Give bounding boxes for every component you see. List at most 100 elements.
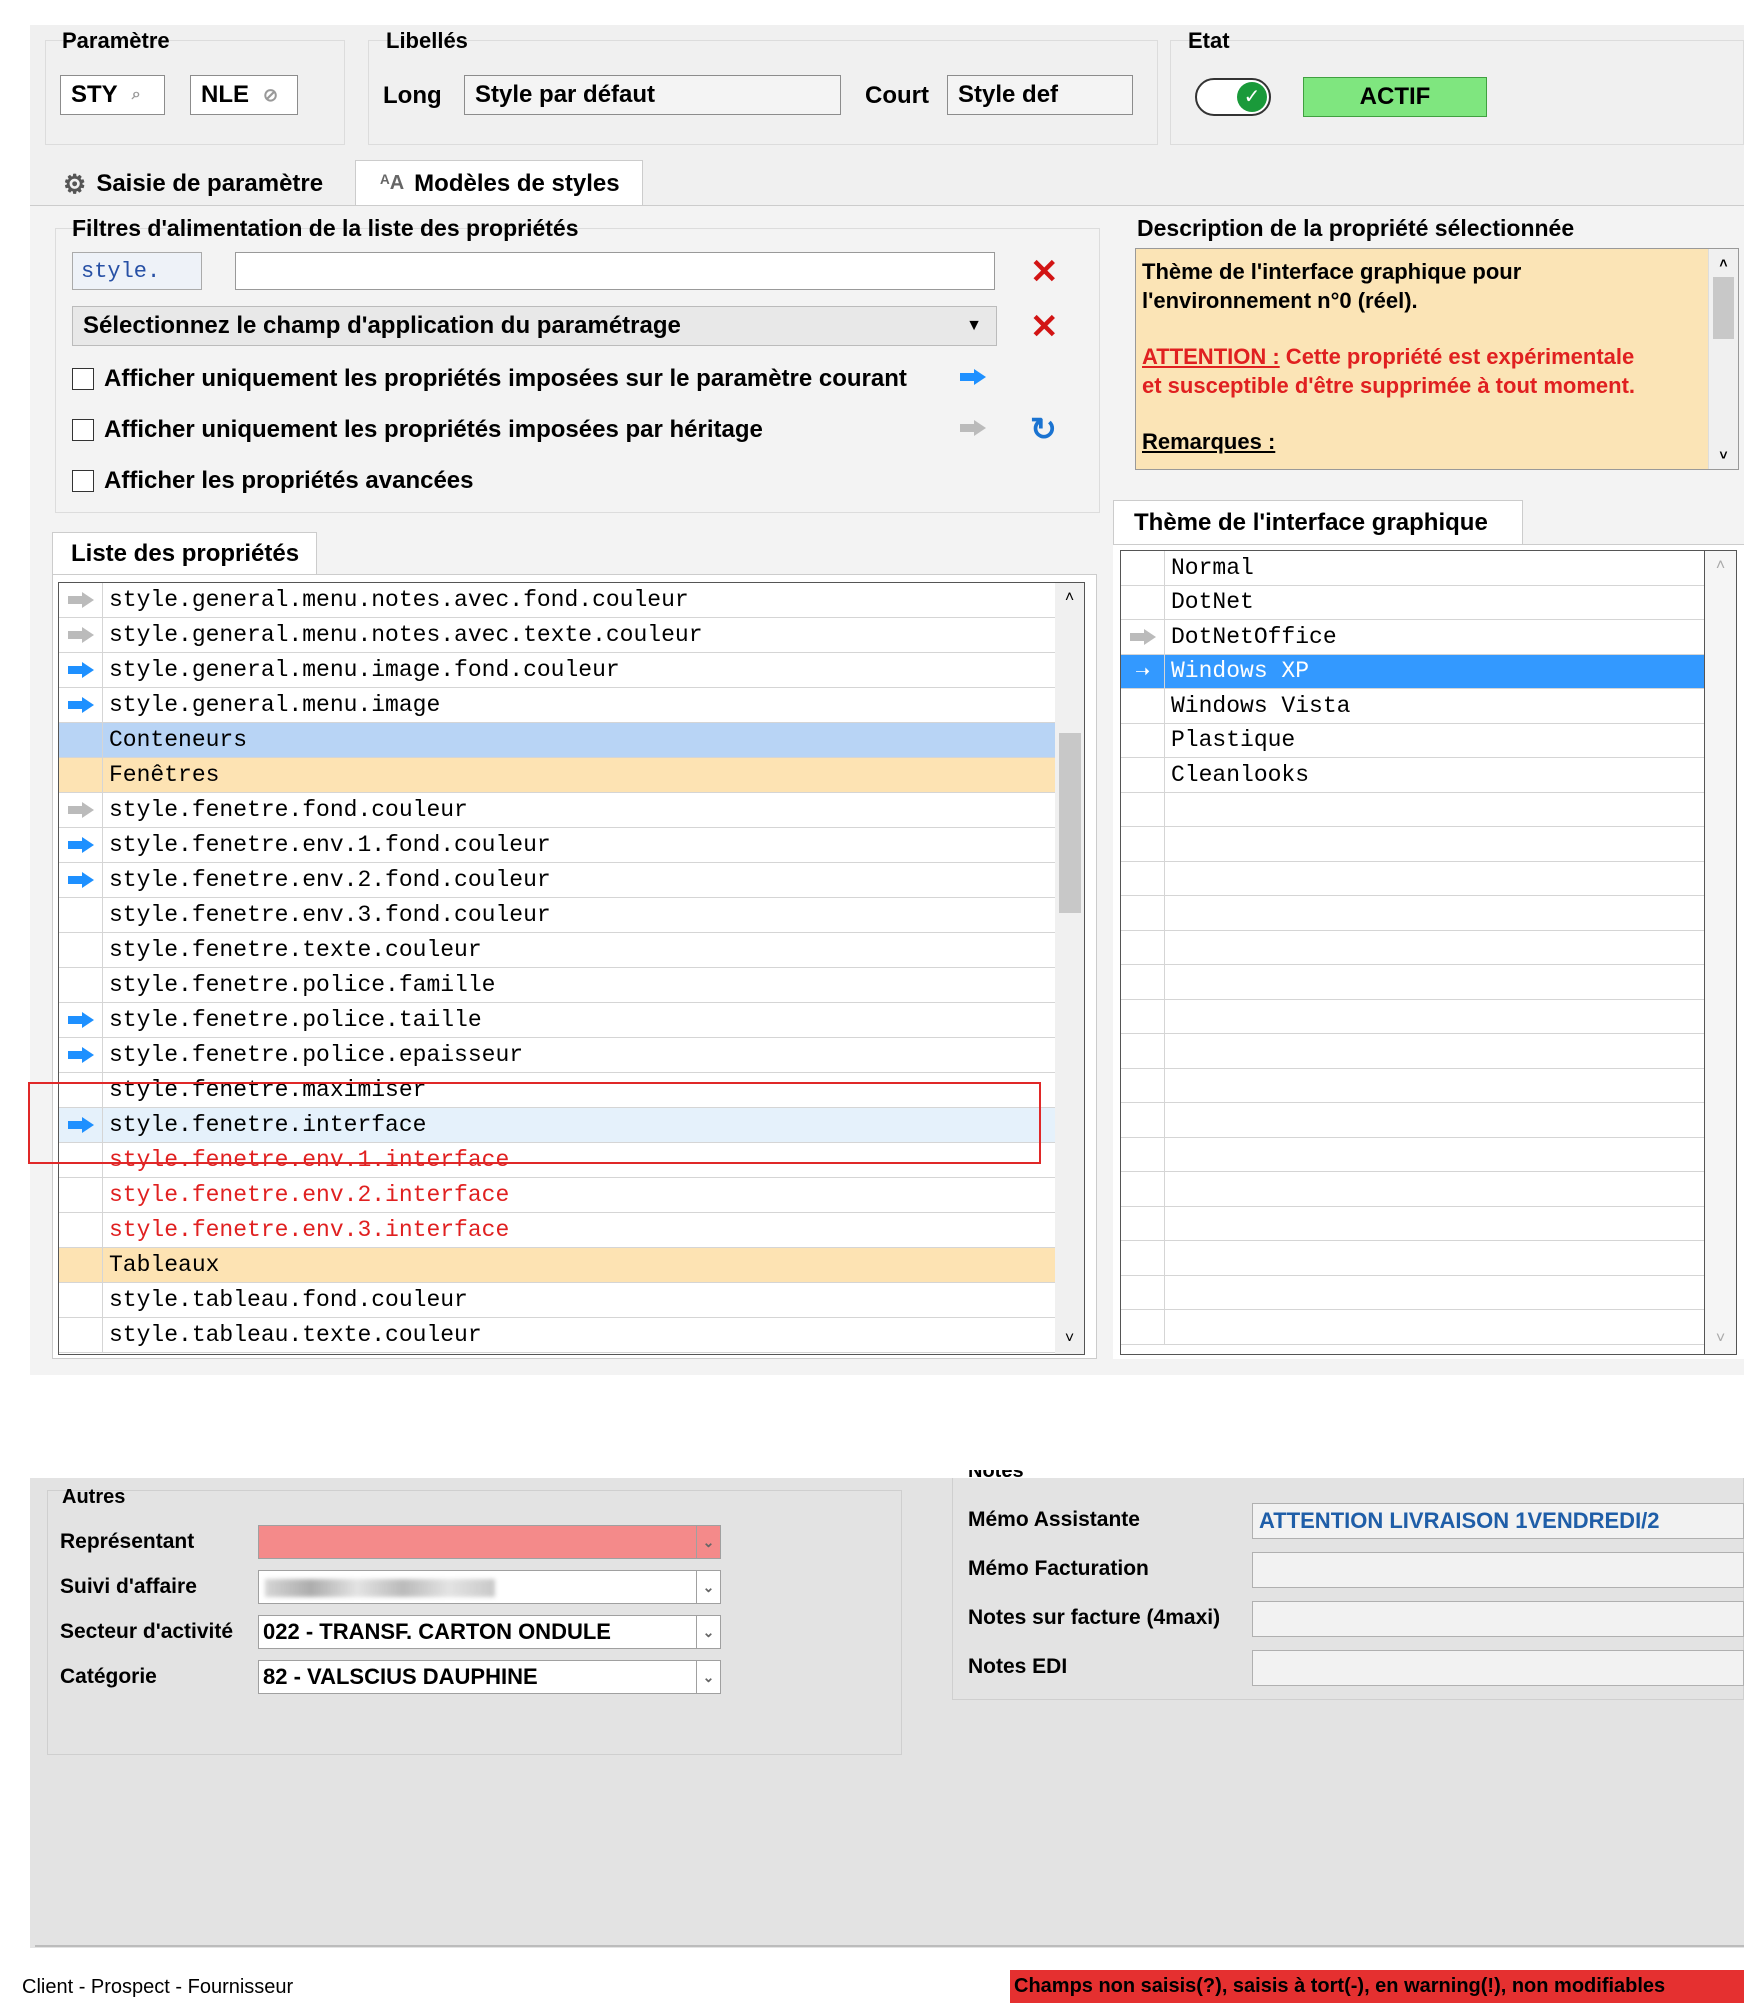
status-toggle[interactable]: ✓: [1195, 78, 1271, 116]
property-name: style.fenetre.texte.couleur: [109, 937, 482, 963]
filters-title: Filtres d'alimentation de la liste des p…: [72, 215, 579, 241]
notes-label: Mémo Assistante: [968, 1508, 1140, 1531]
theme-option-row[interactable]: Normal: [1121, 551, 1704, 586]
inherit-arrow-icon[interactable]: [960, 420, 986, 441]
clear-search-icon[interactable]: ✕: [1030, 255, 1059, 289]
scroll-down-icon[interactable]: ˅: [1055, 1324, 1084, 1354]
apply-arrow-icon[interactable]: [960, 369, 986, 390]
footer-legend: Champs non saisis(?), saisis à tort(-), …: [1010, 1970, 1744, 2003]
theme-scrollbar[interactable]: ˄ ˅: [1705, 550, 1737, 1355]
theme-option-row[interactable]: DotNet: [1121, 585, 1704, 620]
checkbox-imposees-heritage[interactable]: Afficher uniquement les propriétés impos…: [72, 416, 763, 444]
autres-label: Représentant: [60, 1530, 195, 1553]
group-row[interactable]: Fenêtres: [59, 758, 1057, 793]
court-label: Court: [865, 82, 929, 109]
chevron-down-icon[interactable]: ⌄: [696, 1616, 720, 1648]
clear-scope-icon[interactable]: ✕: [1030, 310, 1059, 344]
property-name: style.fenetre.env.1.fond.couleur: [109, 832, 551, 858]
notes-field[interactable]: ATTENTION LIVRAISON 1VENDREDI/2: [1252, 1503, 1744, 1539]
imposed-arrow-icon: [59, 828, 103, 862]
property-row[interactable]: style.general.menu.notes.avec.fond.coule…: [59, 583, 1057, 618]
property-row[interactable]: style.fenetre.texte.couleur: [59, 933, 1057, 968]
scroll-thumb[interactable]: [1059, 733, 1081, 913]
long-input[interactable]: Style par défaut: [464, 75, 841, 115]
autres-combo[interactable]: ⌄: [258, 1525, 721, 1559]
row-icon-cell: [59, 1178, 103, 1212]
property-row[interactable]: style.fenetre.police.taille: [59, 1003, 1057, 1038]
property-row[interactable]: style.fenetre.env.3.fond.couleur: [59, 898, 1057, 933]
property-row[interactable]: style.general.menu.image.fond.couleur: [59, 653, 1057, 688]
description-scrollbar[interactable]: ˄ ˅: [1708, 249, 1738, 469]
property-row[interactable]: style.fenetre.env.2.interface: [59, 1178, 1057, 1213]
property-row[interactable]: style.fenetre.police.epaisseur: [59, 1038, 1057, 1073]
property-row[interactable]: style.tableau.fond.couleur: [59, 1283, 1057, 1318]
property-row[interactable]: style.fenetre.env.2.fond.couleur: [59, 863, 1057, 898]
autres-label: Secteur d'activité: [60, 1620, 234, 1643]
props-grid[interactable]: style.general.menu.notes.avec.fond.coule…: [58, 582, 1058, 1355]
scroll-down-icon[interactable]: ˅: [1709, 441, 1738, 469]
edit-icon[interactable]: ⊘: [263, 85, 278, 106]
chevron-down-icon[interactable]: ⌄: [696, 1571, 720, 1603]
court-input[interactable]: Style def: [947, 75, 1133, 115]
tab-saisie[interactable]: ⚙ Saisie de paramètre: [45, 165, 350, 203]
checkbox-box[interactable]: [72, 368, 94, 390]
autres-combo[interactable]: ⌄: [258, 1570, 721, 1604]
theme-option-label: Normal: [1171, 554, 1254, 581]
theme-grid[interactable]: Normal DotNet DotNetOffice ➝ Windows XP Windo…: [1120, 550, 1705, 1355]
checkbox-label: Afficher les propriétés avancées: [104, 467, 474, 494]
props-list-title: Liste des propriétés: [71, 539, 300, 567]
refresh-icon[interactable]: ↻: [1030, 410, 1057, 448]
search-icon[interactable]: ⌕: [132, 86, 141, 104]
property-row[interactable]: style.fenetre.fond.couleur: [59, 793, 1057, 828]
checkbox-imposees-courant[interactable]: Afficher uniquement les propriétés impos…: [72, 365, 907, 393]
group-row[interactable]: Conteneurs: [59, 723, 1057, 758]
checkbox-box[interactable]: [72, 470, 94, 492]
property-name: style.general.menu.image.fond.couleur: [109, 657, 620, 683]
theme-option-row[interactable]: Windows Vista: [1121, 689, 1704, 724]
imposed-arrow-icon: [59, 653, 103, 687]
param-code2-field[interactable]: NLE ⊘: [190, 75, 298, 115]
property-row[interactable]: style.fenetre.env.3.interface: [59, 1213, 1057, 1248]
theme-option-row[interactable]: Plastique: [1121, 723, 1704, 758]
chevron-down-icon[interactable]: ⌄: [696, 1526, 720, 1558]
autres-combo[interactable]: 82 - VALSCIUS DAUPHINE ⌄: [258, 1660, 721, 1694]
row-icon-cell: [1121, 896, 1165, 930]
empty-row: [1121, 965, 1704, 1000]
scope-select[interactable]: Sélectionnez le champ d'application du p…: [72, 306, 997, 346]
property-row[interactable]: style.fenetre.police.famille: [59, 968, 1057, 1003]
tab-modeles[interactable]: ᴬA Modèles de styles: [355, 160, 643, 206]
param-code1-field[interactable]: STY ⌕: [60, 75, 165, 115]
filter-search-input[interactable]: [235, 252, 995, 290]
theme-option-row[interactable]: Cleanlooks: [1121, 758, 1704, 793]
props-scrollbar[interactable]: ˄ ˅: [1055, 582, 1085, 1355]
row-icon-cell: [1121, 861, 1165, 895]
notes-field[interactable]: [1252, 1552, 1744, 1588]
scroll-thumb[interactable]: [1713, 277, 1734, 339]
theme-option-row[interactable]: ➝ Windows XP: [1121, 654, 1704, 689]
param-code1-value: STY: [71, 81, 118, 108]
font-icon: ᴬA: [380, 172, 405, 194]
tab-modeles-label: Modèles de styles: [414, 169, 620, 197]
libelles-title: Libellés: [386, 28, 468, 53]
theme-option-row[interactable]: DotNetOffice: [1121, 620, 1704, 655]
property-row[interactable]: style.general.menu.notes.avec.texte.coul…: [59, 618, 1057, 653]
property-row[interactable]: style.general.menu.image: [59, 688, 1057, 723]
scroll-up-icon[interactable]: ˄: [1709, 249, 1738, 277]
footer-legend-text: Champs non saisis(?), saisis à tort(-), …: [1014, 1975, 1666, 1997]
property-row[interactable]: style.tableau.texte.couleur: [59, 1318, 1057, 1353]
remarques-label: Remarques :: [1142, 429, 1276, 454]
scroll-up-icon[interactable]: ˄: [1055, 583, 1084, 613]
chevron-down-icon[interactable]: ⌄: [696, 1661, 720, 1693]
attention-line2: et susceptible d'être supprimée à tout m…: [1142, 373, 1636, 398]
group-row[interactable]: Tableaux: [59, 1248, 1057, 1283]
footer-left: Client - Prospect - Fournisseur: [22, 1976, 294, 1998]
property-row[interactable]: style.fenetre.env.1.fond.couleur: [59, 828, 1057, 863]
checkbox-avancees[interactable]: Afficher les propriétés avancées: [72, 467, 474, 495]
notes-field[interactable]: [1252, 1601, 1744, 1637]
scope-select-value: Sélectionnez le champ d'application du p…: [83, 312, 681, 339]
notes-field[interactable]: [1252, 1650, 1744, 1686]
autres-combo[interactable]: 022 - TRANSF. CARTON ONDULE ⌄: [258, 1615, 721, 1649]
description-line1: Thème de l'interface graphique pour: [1142, 259, 1522, 284]
empty-row: [1121, 1275, 1704, 1310]
checkbox-box[interactable]: [72, 419, 94, 441]
